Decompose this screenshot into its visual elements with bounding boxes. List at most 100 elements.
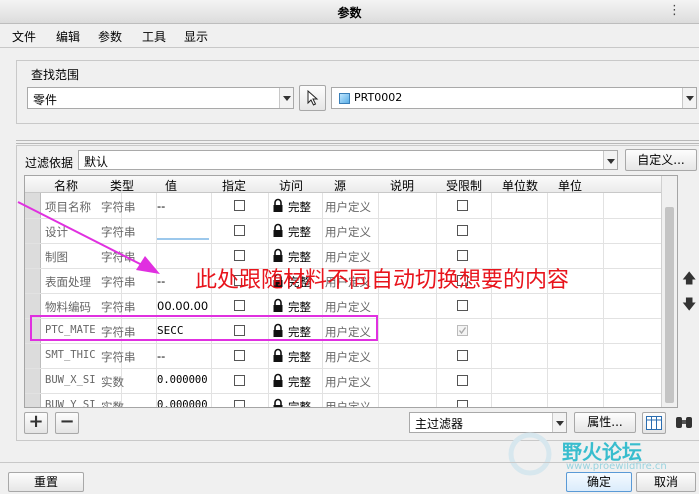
chevron-down-icon[interactable] (279, 88, 293, 108)
param-type: 字符串 (101, 350, 136, 364)
restricted-checkbox[interactable] (457, 375, 468, 386)
menu-file[interactable]: 文件 (12, 28, 36, 45)
param-source: 用户定义 (325, 300, 371, 314)
select-model-button[interactable] (299, 85, 326, 111)
minus-icon: − (59, 411, 75, 432)
column-header-restricted[interactable]: 受限制 (446, 177, 490, 194)
param-value[interactable]: 0.000000 (157, 374, 209, 386)
lock-icon (273, 198, 283, 212)
cursor-arrow-icon (307, 89, 318, 106)
table-vertical-scrollbar[interactable] (661, 176, 677, 407)
reset-button[interactable]: 重置 (8, 472, 84, 492)
restricted-checkbox[interactable] (457, 200, 468, 211)
column-header-access[interactable]: 访问 (279, 177, 303, 194)
lock-icon (273, 398, 283, 407)
table-header: 名称 类型 值 指定 访问 源 说明 受限制 单位数 单位 (25, 176, 677, 194)
chevron-down-icon[interactable] (603, 151, 617, 169)
restricted-checkbox[interactable] (457, 350, 468, 361)
menu-display[interactable]: 显示 (184, 28, 208, 45)
customize-button[interactable]: 自定义... (625, 149, 697, 171)
properties-button[interactable]: 属性... (574, 412, 636, 433)
param-value[interactable] (157, 224, 209, 240)
more-options-icon[interactable]: ⋮ (668, 3, 681, 18)
lock-icon (273, 248, 283, 262)
param-source: 用户定义 (325, 225, 371, 239)
param-value[interactable]: -- (157, 349, 209, 363)
column-header-name[interactable]: 名称 (54, 177, 78, 194)
filter-value: 默认 (84, 155, 109, 169)
add-parameter-button[interactable]: + (24, 411, 48, 434)
title-bar: 参数 ⋮ (0, 0, 699, 24)
section-divider-2 (16, 143, 699, 144)
plus-icon: + (28, 411, 44, 432)
param-value[interactable]: 0.000000 (157, 399, 209, 407)
lock-icon (273, 373, 283, 387)
param-type: 实数 (101, 375, 124, 389)
param-value[interactable]: -- (157, 199, 209, 213)
menu-edit[interactable]: 编辑 (56, 28, 80, 45)
move-up-icon[interactable]: 🡅 (682, 268, 696, 292)
column-header-type[interactable]: 类型 (110, 177, 134, 194)
restricted-checkbox[interactable] (457, 300, 468, 311)
table-grid-icon (646, 416, 662, 430)
menu-parameters[interactable]: 参数 (98, 28, 122, 45)
ok-button[interactable]: 确定 (566, 472, 632, 492)
column-header-designate[interactable]: 指定 (222, 177, 246, 194)
designate-checkbox[interactable] (234, 300, 245, 311)
filter-select[interactable]: 默认 (78, 150, 618, 170)
footer-divider (0, 462, 699, 463)
param-type: 字符串 (101, 200, 136, 214)
restricted-checkbox[interactable] (457, 225, 468, 236)
param-access: 完整 (288, 400, 311, 408)
column-header-source[interactable]: 源 (334, 177, 346, 194)
chevron-down-icon[interactable] (552, 413, 566, 432)
param-access: 完整 (288, 300, 311, 314)
cancel-button[interactable]: 取消 (636, 472, 696, 492)
menu-divider (0, 47, 699, 48)
param-type: 字符串 (101, 275, 136, 289)
designate-checkbox[interactable] (234, 200, 245, 211)
table-row[interactable]: 项目名称 字符串 -- 完整 用户定义 (25, 194, 661, 219)
column-header-value[interactable]: 值 (165, 177, 177, 194)
restricted-checkbox-checked[interactable] (457, 325, 468, 336)
section-divider (16, 140, 699, 141)
column-header-unit[interactable]: 单位 (558, 177, 582, 194)
param-access: 完整 (288, 200, 311, 214)
table-row[interactable]: 设计 字符串 完整 用户定义 (25, 219, 661, 244)
remove-parameter-button[interactable]: − (55, 411, 79, 434)
restricted-checkbox[interactable] (457, 400, 468, 407)
lock-icon (273, 298, 283, 312)
model-select[interactable]: PRT0002 (331, 87, 697, 109)
main-filter-select[interactable]: 主过滤器 (409, 412, 567, 433)
designate-checkbox[interactable] (234, 250, 245, 261)
table-row[interactable]: BUW_X_SI 实数 0.000000 完整 用户定义 (25, 369, 661, 394)
binoculars-icon[interactable] (674, 414, 694, 432)
search-binoculars-icon (676, 417, 692, 428)
table-body: 项目名称 字符串 -- 完整 用户定义 设计 字符串 完整 用户定义 制图 字符… (25, 194, 661, 408)
designate-checkbox[interactable] (234, 225, 245, 236)
lock-icon (273, 223, 283, 237)
scope-type-value: 零件 (33, 93, 58, 107)
param-access: 完整 (288, 375, 311, 389)
restricted-checkbox[interactable] (457, 250, 468, 261)
menu-tools[interactable]: 工具 (142, 28, 166, 45)
designate-checkbox[interactable] (234, 375, 245, 386)
param-access: 完整 (288, 225, 311, 239)
part-icon (339, 93, 350, 104)
table-row[interactable]: SMT_THIC 字符串 -- 完整 用户定义 (25, 344, 661, 369)
param-source: 用户定义 (325, 400, 371, 408)
param-value[interactable]: 00.00.00 (157, 299, 209, 313)
designate-checkbox[interactable] (234, 350, 245, 361)
move-down-icon[interactable]: 🡇 (682, 294, 696, 318)
column-header-unit-quantity[interactable]: 单位数 (502, 177, 546, 194)
designate-checkbox[interactable] (234, 400, 245, 407)
scope-type-select[interactable]: 零件 (27, 87, 294, 109)
column-header-description[interactable]: 说明 (390, 177, 414, 194)
param-type: 字符串 (101, 300, 136, 314)
table-row[interactable]: BUW_Y_SI 实数 0.000000 完整 用户定义 (25, 394, 661, 408)
param-type: 字符串 (101, 225, 136, 239)
param-source: 用户定义 (325, 375, 371, 389)
chevron-down-icon[interactable] (682, 88, 696, 108)
table-view-button[interactable] (642, 412, 666, 434)
scrollbar-thumb[interactable] (665, 207, 674, 403)
